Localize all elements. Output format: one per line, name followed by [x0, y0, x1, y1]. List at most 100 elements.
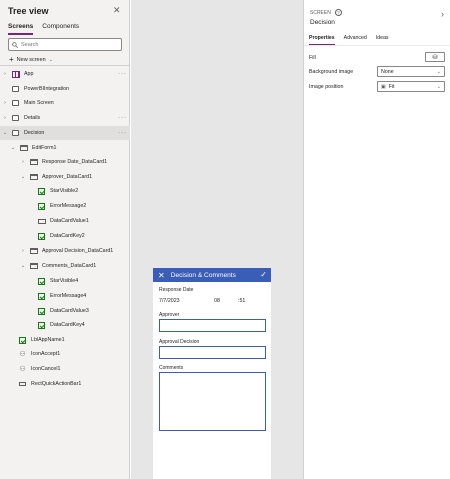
data-card-icon: [29, 262, 38, 270]
chevron-down-icon: ⌄: [48, 56, 53, 63]
chevron-down-icon[interactable]: ⌄: [2, 130, 8, 136]
tree-view-panel: Tree view ✕ Screens Components + New scr…: [0, 0, 130, 479]
tree-item-datacardkey4[interactable]: DataCardKey4: [0, 318, 130, 332]
tree-item-starvisible4[interactable]: StarVisible4: [0, 274, 130, 288]
label-icon: [37, 321, 46, 329]
label-icon: [37, 187, 46, 195]
divider: [304, 45, 450, 46]
new-screen-button[interactable]: + New screen ⌄: [9, 55, 53, 64]
tab-components[interactable]: Components: [42, 23, 79, 35]
hour-dropdown[interactable]: 08: [214, 298, 220, 304]
tree-item-datacardvalue1[interactable]: DataCardValue1: [0, 214, 130, 228]
tree-item-rectquickactionbar1[interactable]: RectQuickActionBar1: [0, 377, 130, 391]
label-icon: [37, 232, 46, 240]
tree-item-editform1[interactable]: ⌄ EditForm1: [0, 141, 130, 155]
more-options-icon[interactable]: ···: [118, 130, 127, 136]
chevron-right-icon[interactable]: ›: [2, 71, 8, 77]
label-icon: [37, 202, 46, 210]
tree-item-iconaccept1[interactable]: ⚇ IconAccept1: [0, 347, 130, 361]
powerbi-tile-icon: [11, 85, 20, 93]
data-card-icon: [29, 158, 38, 166]
chevron-right-icon[interactable]: ›: [2, 100, 8, 106]
control-type: SCREEN ?: [310, 9, 342, 16]
more-options-icon[interactable]: ···: [118, 71, 127, 77]
label-icon: [18, 336, 27, 344]
tree-item-label: DataCardValue3: [50, 308, 89, 314]
minute-dropdown[interactable]: :51: [238, 298, 245, 304]
chevron-right-icon[interactable]: ›: [20, 159, 26, 165]
data-card-icon: [29, 247, 38, 255]
tree-item-label: IconCancel1: [31, 366, 61, 372]
more-options-icon[interactable]: ···: [118, 115, 127, 121]
tree-item-datacardkey2[interactable]: DataCardKey2: [0, 229, 130, 243]
control-name: Decision: [310, 19, 335, 26]
search-box[interactable]: [8, 38, 122, 51]
fill-color-button[interactable]: ⛁: [425, 52, 445, 62]
chevron-down-icon: ⌄: [436, 68, 441, 75]
tree-item-label: Details: [24, 115, 41, 121]
comments-label: Comments: [159, 365, 184, 371]
tree-item-main-screen[interactable]: › Main Screen: [0, 96, 130, 110]
tree-item-approver-datacard1[interactable]: ⌄ Approver_DataCard1: [0, 170, 130, 184]
background-image-dropdown[interactable]: None ⌄: [377, 66, 445, 77]
image-fit-icon: ▣: [381, 83, 386, 90]
search-input[interactable]: [21, 41, 111, 48]
accept-icon[interactable]: ✓: [260, 270, 267, 279]
tree-item-errormessage4[interactable]: ErrorMessage4: [0, 289, 130, 303]
label-icon: [37, 307, 46, 315]
tree-item-label: Approver_DataCard1: [42, 174, 93, 180]
chevron-right-icon[interactable]: ›: [20, 248, 26, 254]
comments-field[interactable]: [159, 372, 266, 431]
app-icon: [11, 70, 20, 78]
tree-item-response-date-datacard1[interactable]: › Response Date_DataCard1: [0, 155, 130, 169]
tree-item-lblappname1[interactable]: LblAppName1: [0, 333, 130, 347]
icon-control-icon: ⚇: [19, 351, 26, 358]
approval-decision-field[interactable]: [159, 346, 266, 359]
tree-item-iconcancel1[interactable]: ⚇ IconCancel1: [0, 362, 130, 376]
screen-icon: [11, 99, 20, 107]
fill-label: Fill: [309, 55, 316, 61]
tab-screens[interactable]: Screens: [8, 23, 34, 35]
tree-item-approval-decision-datacard1[interactable]: › Approval Decision_DataCard1: [0, 244, 130, 258]
rectangle-icon: [18, 380, 27, 388]
tree-item-label: ErrorMessage2: [50, 203, 87, 209]
approver-field[interactable]: [159, 319, 266, 332]
tree-tabs: Screens Components: [8, 23, 79, 35]
tree-item-label: LblAppName1: [31, 337, 65, 343]
tree-item-starvisible2[interactable]: StarVisible2: [0, 184, 130, 198]
screen-preview[interactable]: ✕ Decision & Comments ✓ Response Date 7/…: [153, 268, 271, 479]
tree-item-label: Response Date_DataCard1: [42, 159, 108, 165]
tree-item-comments-datacard1[interactable]: ⌄ Comments_DataCard1: [0, 259, 130, 273]
plus-icon: +: [9, 55, 14, 64]
chevron-down-icon[interactable]: ⌄: [20, 263, 26, 269]
tree-item-label: StarVisible4: [50, 278, 79, 284]
screen-icon: [11, 114, 20, 122]
close-icon[interactable]: ✕: [113, 5, 121, 16]
date-picker-value[interactable]: 7/7/2023: [159, 298, 180, 304]
tree-item-powerbiintegration[interactable]: PowerBIIntegration: [0, 82, 130, 96]
cancel-icon[interactable]: ✕: [158, 271, 165, 280]
tree-item-label: ErrorMessage4: [50, 293, 87, 299]
tree-item-datacardvalue3[interactable]: DataCardValue3: [0, 304, 130, 318]
tree-item-label: PowerBIIntegration: [24, 86, 70, 92]
approver-label: Approver: [159, 312, 180, 318]
tree-item-errormessage2[interactable]: ErrorMessage2: [0, 199, 130, 213]
new-screen-label: New screen: [16, 56, 46, 63]
tree-item-label: DataCardKey4: [50, 322, 85, 328]
properties-panel: SCREEN ? Decision › Properties Advanced …: [303, 0, 450, 479]
form-icon: [19, 144, 28, 152]
tree-item-label: IconAccept1: [31, 351, 61, 357]
search-icon: [12, 41, 18, 48]
tree-item-app[interactable]: › App ···: [0, 67, 130, 81]
chevron-down-icon[interactable]: ⌄: [20, 174, 26, 180]
chevron-right-icon[interactable]: ›: [441, 9, 444, 19]
tree-item-label: Main Screen: [24, 100, 54, 106]
tree-item-decision[interactable]: ⌄ Decision ···: [0, 126, 130, 140]
chevron-down-icon[interactable]: ⌄: [10, 145, 16, 151]
chevron-right-icon[interactable]: ›: [2, 115, 8, 121]
image-position-dropdown[interactable]: ▣ Fit ⌄: [377, 81, 445, 92]
tree-item-label: App: [24, 71, 34, 77]
tree-item-details[interactable]: › Details ···: [0, 111, 130, 125]
help-icon[interactable]: ?: [334, 9, 342, 16]
background-image-value: None: [381, 68, 394, 75]
